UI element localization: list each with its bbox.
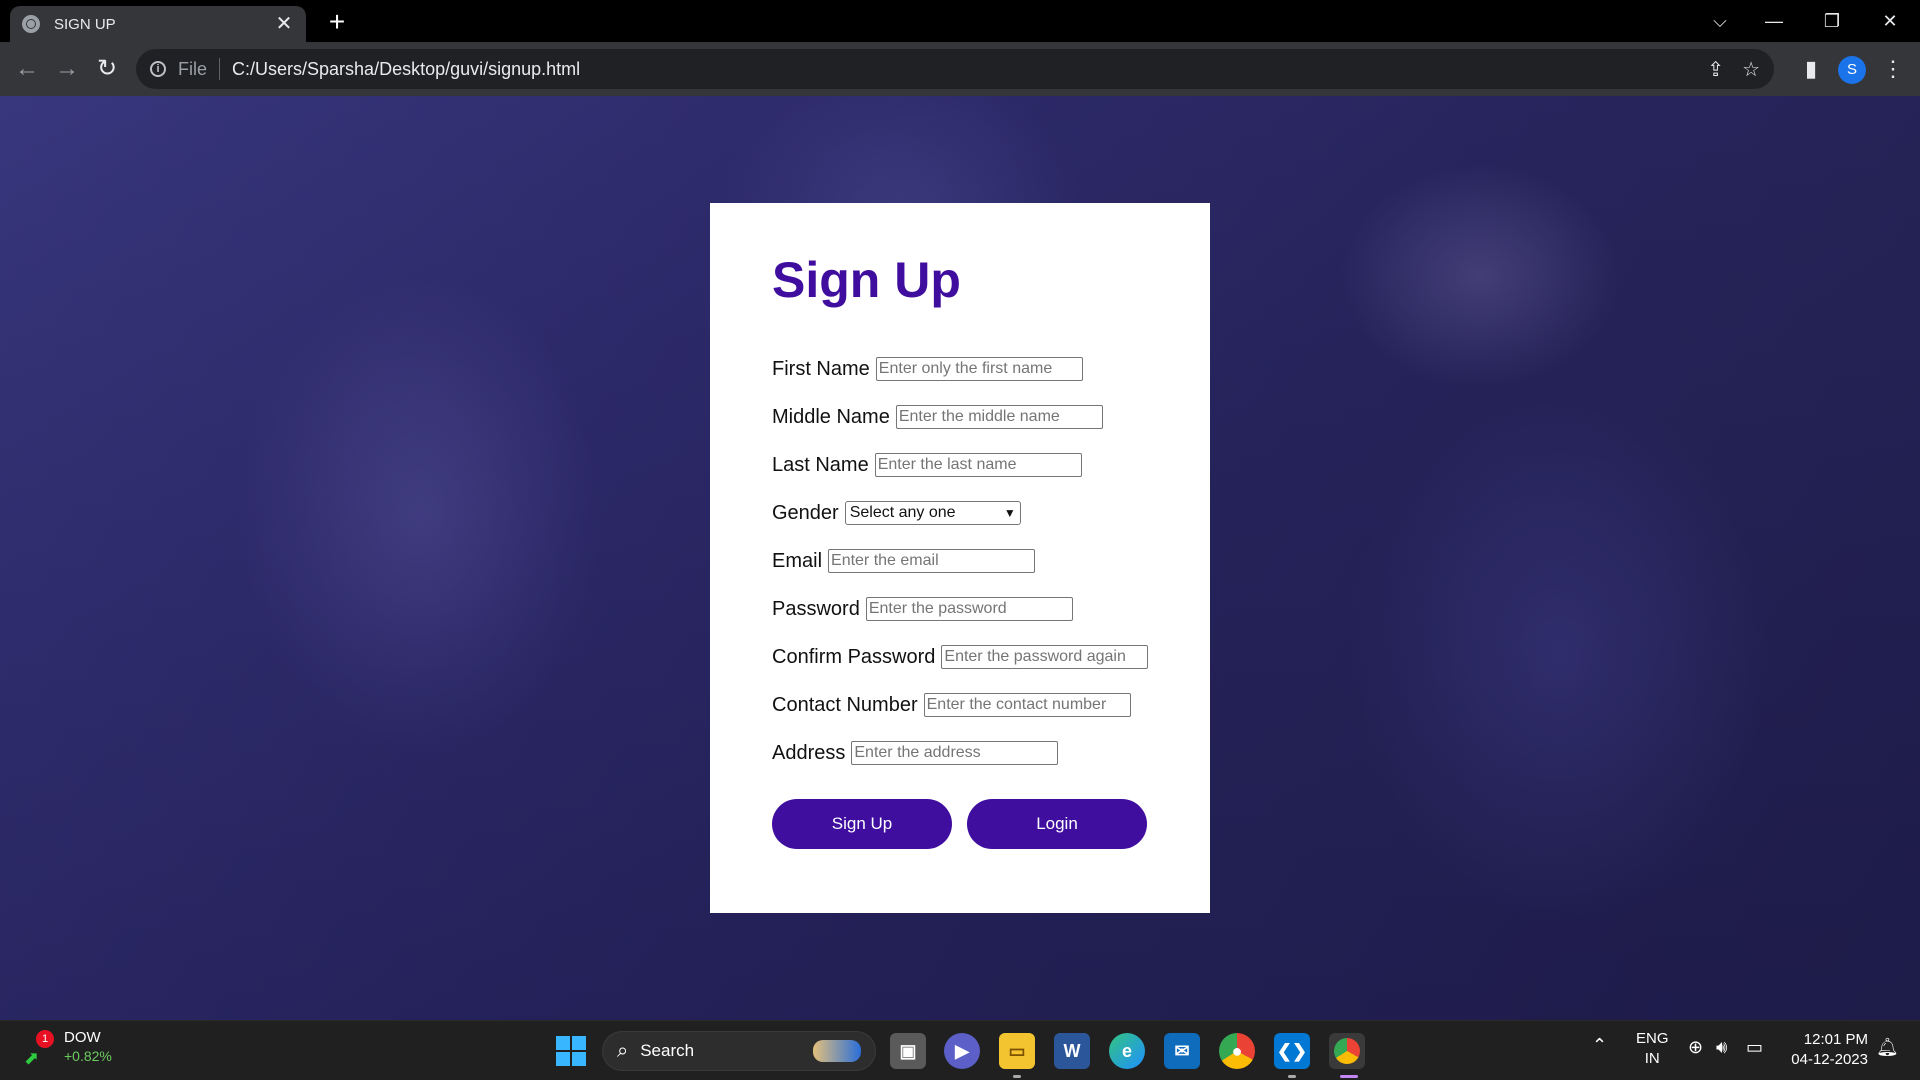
first-name-label: First Name (772, 357, 870, 380)
chrome-profile-icon[interactable] (1329, 1033, 1365, 1069)
teams-icon[interactable]: ▶ (944, 1033, 980, 1069)
word-icon[interactable]: W (1054, 1033, 1090, 1069)
contact-number-input[interactable] (923, 693, 1131, 717)
email-row: Email (772, 537, 1148, 585)
file-label: File (178, 58, 208, 79)
language-code: ENG (1636, 1030, 1669, 1047)
address-row: Address (772, 729, 1148, 777)
windows-taskbar: ⬈ 1 DOW +0.82% ⌕ Search ▣ ▶ ▭ W e ✉ ● ❮❯… (0, 1020, 1920, 1080)
gender-row: Gender Select any one ▼ (772, 489, 1148, 537)
menu-icon[interactable]: ⋮ (1880, 54, 1906, 84)
minimize-button[interactable]: — (1754, 4, 1794, 38)
active-app-indicator (1288, 1075, 1296, 1078)
notification-badge: 1 (36, 1030, 54, 1048)
share-icon[interactable]: ⇪ (1707, 57, 1724, 82)
middle-name-input[interactable] (895, 405, 1103, 429)
date: 04-12-2023 (1791, 1051, 1868, 1068)
signup-card: Sign Up First Name Middle Name Last Name… (710, 203, 1210, 913)
clock[interactable]: 12:01 PM 04-12-2023 (1786, 1030, 1868, 1070)
email-label: Email (772, 549, 823, 572)
divider (219, 58, 221, 80)
show-hidden-icons-icon[interactable]: ⌃ (1592, 1035, 1607, 1056)
widget-name: DOW (64, 1029, 101, 1046)
globe-icon (22, 15, 40, 33)
last-name-row: Last Name (772, 441, 1148, 489)
last-name-label: Last Name (772, 453, 869, 476)
bookmark-star-icon[interactable]: ☆ (1742, 57, 1760, 82)
side-panel-icon[interactable]: ▮ (1798, 54, 1824, 84)
first-name-row: First Name (772, 345, 1148, 393)
first-name-input[interactable] (875, 357, 1083, 381)
taskbar-search[interactable]: ⌕ Search (602, 1031, 876, 1071)
chrome-icon[interactable]: ● (1219, 1033, 1255, 1069)
back-icon[interactable]: ← (12, 54, 42, 84)
file-explorer-icon[interactable]: ▭ (999, 1033, 1035, 1069)
stock-chart-icon: ⬈ 1 (24, 1030, 54, 1068)
volume-icon[interactable]: 🔊︎ (1716, 1037, 1727, 1058)
browser-tab[interactable]: SIGN UP ✕ (10, 6, 306, 42)
restore-button[interactable]: ❐ (1812, 4, 1852, 38)
new-tab-button[interactable]: + (322, 8, 352, 38)
last-name-input[interactable] (874, 453, 1082, 477)
chevron-down-icon: ▼ (1003, 506, 1016, 520)
page-title: Sign Up (772, 252, 961, 308)
password-label: Password (772, 597, 860, 620)
time: 12:01 PM (1803, 1031, 1868, 1048)
language-indicator[interactable]: ENG IN (1636, 1029, 1669, 1069)
gender-select[interactable]: Select any one ▼ (844, 501, 1021, 525)
contact-number-label: Contact Number (772, 693, 918, 716)
signup-button[interactable]: Sign Up (772, 799, 952, 849)
windows-start-icon[interactable] (556, 1036, 586, 1066)
close-tab-icon[interactable]: ✕ (274, 14, 294, 34)
browser-tab-strip: SIGN UP ✕ + ⌵ — ❐ ✕ (0, 0, 1920, 42)
address-label: Address (772, 741, 846, 764)
gender-label: Gender (772, 501, 839, 524)
password-row: Password (772, 585, 1148, 633)
edge-icon[interactable]: e (1109, 1033, 1145, 1069)
confirm-password-input[interactable] (941, 645, 1149, 669)
middle-name-row: Middle Name (772, 393, 1148, 441)
login-button[interactable]: Login (967, 799, 1147, 849)
network-icon[interactable]: ⊕ (1688, 1037, 1703, 1058)
gender-selected-value: Select any one (849, 504, 956, 521)
search-highlight-icon (813, 1040, 861, 1062)
signup-form: First Name Middle Name Last Name Gender … (772, 345, 1149, 849)
mail-icon[interactable]: ✉ (1164, 1033, 1200, 1069)
profile-avatar[interactable]: S (1838, 56, 1866, 84)
reload-icon[interactable]: ↻ (92, 54, 122, 84)
search-icon: ⌕ (617, 1039, 629, 1062)
contact-number-row: Contact Number (772, 681, 1148, 729)
battery-icon[interactable]: ▭ (1746, 1037, 1763, 1058)
confirm-password-label: Confirm Password (772, 645, 936, 668)
notification-bell-icon[interactable]: 🔔︎ (1876, 1037, 1899, 1058)
focused-app-indicator (1340, 1075, 1358, 1078)
page-background: Sign Up First Name Middle Name Last Name… (0, 96, 1920, 1020)
region-code: IN (1644, 1050, 1660, 1067)
url-text[interactable]: C:/Users/Sparsha/Desktop/guvi/signup.htm… (232, 59, 580, 80)
browser-toolbar: ← → ↻ i File C:/Users/Sparsha/Desktop/gu… (0, 42, 1920, 96)
tab-title: SIGN UP (54, 15, 116, 33)
info-icon[interactable]: i (150, 61, 166, 77)
close-window-button[interactable]: ✕ (1870, 4, 1910, 38)
password-input[interactable] (865, 597, 1073, 621)
stock-widget[interactable]: ⬈ 1 DOW +0.82% (24, 1029, 112, 1068)
widget-value: +0.82% (64, 1048, 112, 1064)
task-view-icon[interactable]: ▣ (890, 1033, 926, 1069)
email-input[interactable] (828, 549, 1036, 573)
confirm-password-row: Confirm Password (772, 633, 1149, 681)
address-bar[interactable]: i File C:/Users/Sparsha/Desktop/guvi/sig… (136, 49, 1774, 89)
search-label: Search (640, 1041, 695, 1060)
address-input[interactable] (851, 741, 1059, 765)
vscode-icon[interactable]: ❮❯ (1274, 1033, 1310, 1069)
forward-icon[interactable]: → (52, 54, 82, 84)
tab-search-icon[interactable]: ⌵ (1700, 4, 1740, 38)
middle-name-label: Middle Name (772, 405, 890, 428)
active-app-indicator (1013, 1075, 1021, 1078)
form-buttons: Sign Up Login (772, 799, 1148, 849)
